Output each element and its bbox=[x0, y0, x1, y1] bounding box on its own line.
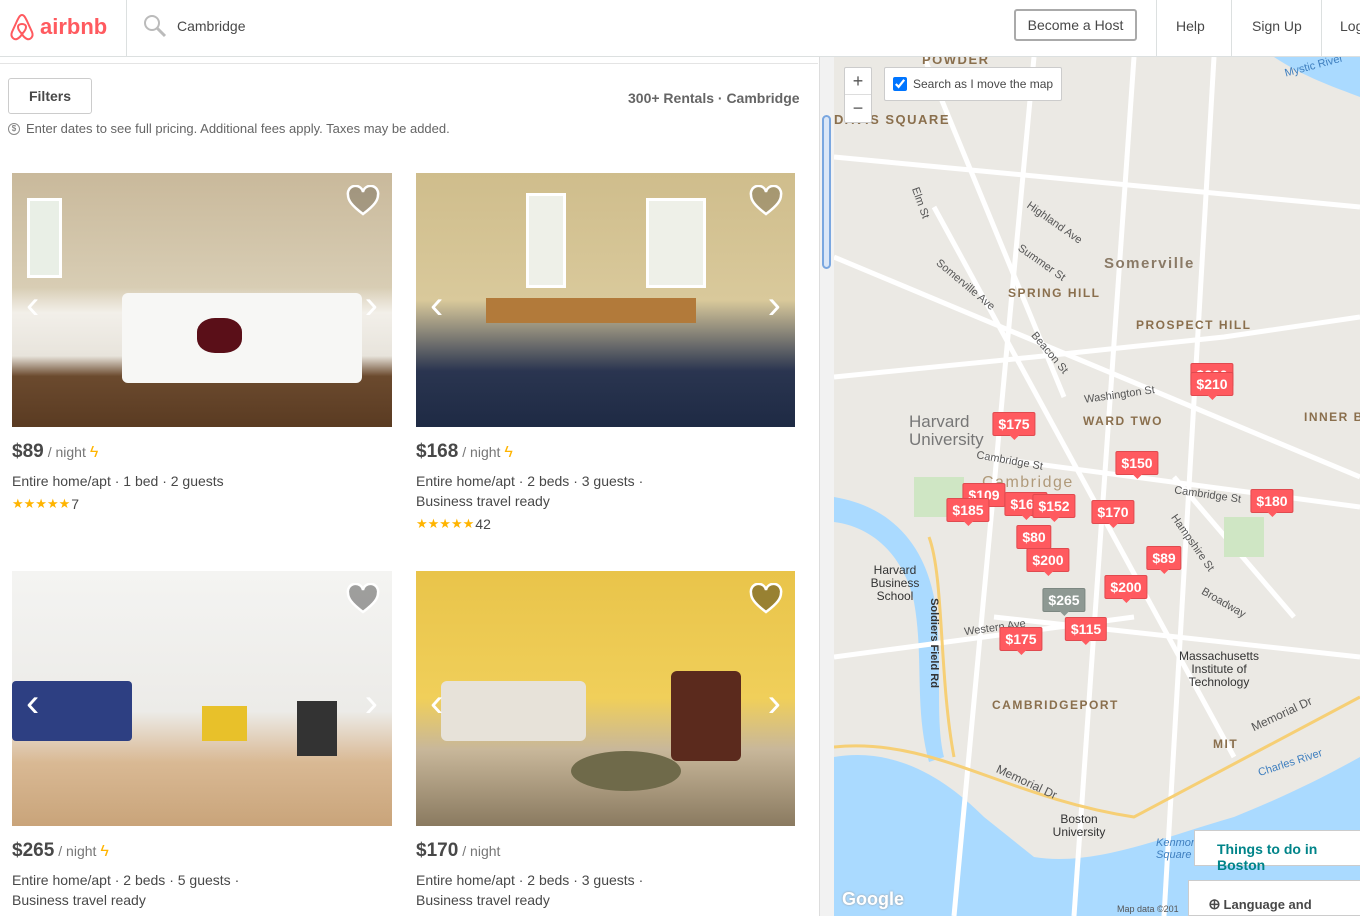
language-currency-button[interactable]: 🜨 Language and currency bbox=[1188, 880, 1360, 916]
listing-photo[interactable]: ‹ › bbox=[12, 173, 392, 427]
next-photo-arrow[interactable]: › bbox=[365, 283, 378, 328]
next-photo-arrow[interactable]: › bbox=[365, 681, 378, 726]
log-in-link[interactable]: Log bbox=[1340, 18, 1360, 34]
map-attribution[interactable]: Map data ©201 bbox=[1117, 904, 1179, 914]
search-input[interactable]: Cambridge bbox=[143, 14, 245, 38]
listing-description: Entire home/apt · 2 beds · 3 guests · Bus… bbox=[416, 872, 644, 908]
globe-icon: 🜨 bbox=[1209, 897, 1224, 912]
rating: ★★★★★ 42 bbox=[416, 516, 795, 532]
help-link[interactable]: Help bbox=[1176, 18, 1205, 34]
price-pin[interactable]: $185 bbox=[946, 498, 990, 526]
pricing-note: $ Enter dates to see full pricing. Additi… bbox=[8, 121, 450, 136]
heart-icon[interactable] bbox=[346, 583, 380, 615]
map-label: Somerville bbox=[1104, 255, 1195, 272]
prev-photo-arrow[interactable]: ‹ bbox=[430, 681, 443, 726]
price-pin[interactable]: $170 bbox=[1091, 500, 1135, 528]
listing-photo[interactable]: ‹ › bbox=[416, 173, 795, 427]
price-pin[interactable]: $89 bbox=[1146, 546, 1182, 574]
price-pin[interactable]: $200 bbox=[1104, 575, 1148, 603]
instant-book-icon: ϟ bbox=[100, 843, 109, 860]
listing-price: $170/ night bbox=[416, 840, 501, 861]
map-label: Harvard Business School bbox=[870, 563, 920, 603]
price-pin[interactable]: $152 bbox=[1032, 494, 1076, 522]
map-label: WARD TWO bbox=[1083, 414, 1163, 428]
sign-up-link[interactable]: Sign Up bbox=[1252, 18, 1302, 34]
things-to-do-button[interactable]: Things to do in Boston bbox=[1194, 830, 1360, 873]
map-label: Soldiers Field Rd bbox=[927, 598, 940, 688]
price-pin[interactable]: $115 bbox=[1064, 617, 1108, 645]
map-label: Boston University bbox=[1052, 812, 1106, 839]
listing-card[interactable]: ‹ › $265/ night ϟ Entire home/apt · 2 bed… bbox=[12, 571, 392, 910]
zoom-controls: + − bbox=[844, 67, 872, 123]
map-label: INNER B bbox=[1304, 410, 1360, 424]
heart-icon[interactable] bbox=[749, 185, 783, 217]
map-label: SPRING HILL bbox=[1008, 286, 1101, 300]
review-count: 42 bbox=[475, 516, 491, 532]
results-scrollbar[interactable] bbox=[819, 57, 834, 916]
filters-button[interactable]: Filters bbox=[8, 78, 92, 114]
prev-photo-arrow[interactable]: ‹ bbox=[26, 681, 39, 726]
next-photo-arrow[interactable]: › bbox=[768, 283, 781, 328]
map-label: Harvard University bbox=[909, 412, 984, 449]
star-icons: ★★★★★ bbox=[12, 496, 71, 511]
price-pin[interactable]: $200 bbox=[1026, 548, 1070, 576]
google-logo: Google bbox=[842, 889, 904, 909]
map-roads bbox=[834, 57, 1360, 916]
search-value: Cambridge bbox=[177, 18, 246, 34]
price-pin[interactable]: $150 bbox=[1115, 451, 1159, 479]
dollar-icon: $ bbox=[8, 122, 20, 135]
price-pin[interactable]: $175 bbox=[999, 627, 1043, 655]
price-pin[interactable]: $175 bbox=[992, 412, 1036, 440]
logo-text: airbnb bbox=[40, 14, 108, 39]
divider bbox=[1231, 0, 1232, 56]
map-label: MIT bbox=[1213, 737, 1239, 751]
price-pin[interactable]: $210 bbox=[1190, 372, 1234, 400]
airbnb-belo-icon bbox=[10, 13, 34, 41]
search-as-move-checkbox[interactable] bbox=[893, 77, 907, 91]
next-photo-arrow[interactable]: › bbox=[768, 681, 781, 726]
listing-card[interactable]: ‹ › $89/ night ϟ Entire home/apt · 1 bed … bbox=[12, 173, 392, 512]
divider bbox=[126, 0, 127, 56]
airbnb-logo[interactable]: airbnb bbox=[8, 10, 125, 44]
price-pin-selected[interactable]: $265 bbox=[1042, 588, 1086, 616]
divider bbox=[1321, 0, 1322, 56]
become-host-button[interactable]: Become a Host bbox=[1014, 9, 1137, 41]
listing-price: $89/ night ϟ bbox=[12, 441, 99, 462]
instant-book-icon: ϟ bbox=[504, 444, 513, 461]
search-as-move-toggle[interactable]: Search as I move the map bbox=[884, 67, 1063, 101]
listing-price: $168/ night ϟ bbox=[416, 441, 513, 462]
listing-description: Entire home/apt · 2 beds · 5 guests · Bus… bbox=[12, 872, 240, 908]
rating: ★★★★★ 7 bbox=[12, 496, 392, 512]
price-pin[interactable]: $80 bbox=[1016, 525, 1052, 553]
map-label: POWDER bbox=[922, 57, 990, 67]
divider bbox=[1156, 0, 1157, 56]
zoom-out-button[interactable]: − bbox=[845, 95, 871, 122]
listing-photo[interactable]: ‹ › bbox=[416, 571, 795, 826]
heart-icon[interactable] bbox=[346, 185, 380, 217]
map[interactable]: POWDER DAVIS SQUARE Somerville SPRING HI… bbox=[834, 57, 1360, 916]
header: airbnb Cambridge Become a Host Help Sign… bbox=[0, 0, 1360, 57]
map-label: PROSPECT HILL bbox=[1136, 318, 1252, 332]
pricing-note-text: Enter dates to see full pricing. Additio… bbox=[26, 121, 450, 136]
listing-photo[interactable]: ‹ › bbox=[12, 571, 392, 826]
scrollbar-thumb[interactable] bbox=[822, 115, 831, 269]
map-label: CAMBRIDGEPORT bbox=[992, 698, 1119, 712]
star-icons: ★★★★★ bbox=[416, 516, 475, 531]
heart-icon[interactable] bbox=[749, 583, 783, 615]
review-count: 7 bbox=[71, 496, 80, 512]
listing-card[interactable]: ‹ › $168/ night ϟ Entire home/apt · 2 bed… bbox=[416, 173, 795, 532]
listing-description: Entire home/apt · 2 beds · 3 guests · Bus… bbox=[416, 473, 644, 509]
prev-photo-arrow[interactable]: ‹ bbox=[430, 283, 443, 328]
search-as-move-label: Search as I move the map bbox=[913, 77, 1054, 91]
search-icon bbox=[144, 15, 167, 38]
listing-card[interactable]: ‹ › $170/ night Entire home/apt · 2 beds… bbox=[416, 571, 795, 910]
instant-book-icon: ϟ bbox=[89, 444, 99, 461]
map-label: Massachusetts Institute of Technology bbox=[1178, 649, 1260, 689]
listing-price: $265/ night ϟ bbox=[12, 840, 109, 861]
zoom-in-button[interactable]: + bbox=[845, 68, 871, 95]
price-pin[interactable]: $180 bbox=[1250, 489, 1294, 517]
results-count: 300+ Rentals · Cambridge bbox=[628, 90, 800, 106]
listing-description: Entire home/apt · 1 bed · 2 guests bbox=[12, 473, 224, 489]
prev-photo-arrow[interactable]: ‹ bbox=[26, 283, 39, 328]
